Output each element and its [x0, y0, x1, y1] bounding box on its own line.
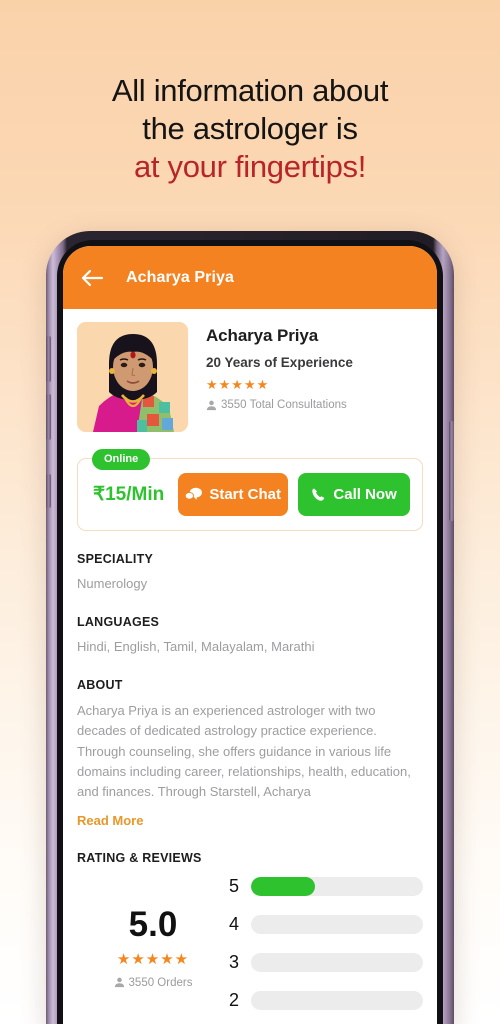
about-title: ABOUT: [77, 677, 123, 692]
speciality-title: SPECIALITY: [77, 552, 154, 566]
rating-bar-row: 3: [229, 952, 423, 973]
rating-bar-track: [251, 990, 423, 1010]
promo-line-3: at your fingertips!: [133, 148, 367, 184]
consultations-count: 3550 Total Consultations: [206, 399, 353, 411]
rating-bar-track: [251, 952, 423, 972]
start-chat-label: Start Chat: [209, 486, 282, 503]
languages-title: LANGUAGES: [77, 614, 160, 629]
rating-score: 5.0: [128, 904, 178, 944]
rating-bar-label: 3: [229, 951, 240, 972]
profile-header: Acharya Priya 20 Years of Experience ★★★…: [77, 309, 423, 438]
call-now-button[interactable]: Call Now: [298, 473, 410, 516]
promo-headline: All information about the astrologer is …: [0, 0, 500, 185]
rating-bar-label: 5: [229, 875, 240, 896]
astrologer-name: Acharya Priya: [206, 326, 319, 345]
person-icon: [114, 977, 124, 988]
phone-mockup: Acharya Priya Acharya Priya 20 Years of …: [46, 231, 454, 1024]
star-icons: ★★★★★: [206, 377, 270, 392]
price-label: ₹15/Min: [93, 484, 165, 505]
rating-bar-label: 2: [229, 989, 240, 1010]
assistant-button[interactable]: [46, 474, 51, 508]
orders-text: 3550 Orders: [128, 976, 193, 989]
action-card-wrapper: Online ₹15/Min Start Chat Call Now: [77, 449, 423, 531]
rating-reviews-title: RATING & REVIEWS: [77, 850, 202, 865]
rating-bar-row: 2: [229, 990, 423, 1011]
rating-bar-row: 4: [229, 914, 423, 935]
read-more-link[interactable]: Read More: [77, 813, 143, 828]
status-badge: Online: [92, 449, 151, 470]
rating-bar-track: [251, 914, 423, 934]
rating-bar-fill: [251, 876, 315, 896]
call-now-label: Call Now: [333, 486, 397, 503]
profile-info: Acharya Priya 20 Years of Experience ★★★…: [188, 322, 353, 432]
rating-bar-label: 4: [229, 913, 240, 934]
consultations-text: 3550 Total Consultations: [221, 399, 347, 411]
start-chat-button[interactable]: Start Chat: [178, 473, 289, 516]
promo-line-2: the astrologer is: [142, 110, 358, 146]
volume-down-button[interactable]: [46, 394, 51, 440]
app-bar: Acharya Priya: [63, 246, 437, 309]
speciality-value: Numerology: [77, 576, 148, 591]
phone-icon: [312, 488, 325, 501]
phone-screen: Acharya Priya Acharya Priya 20 Years of …: [63, 246, 437, 1024]
rating-bar-row: 5: [229, 876, 423, 897]
star-icons: ★★★★★: [116, 950, 190, 968]
avatar[interactable]: [77, 322, 188, 432]
volume-up-button[interactable]: [46, 336, 51, 382]
back-button[interactable]: [79, 265, 105, 291]
about-text: Acharya Priya is an experienced astrolog…: [77, 702, 411, 800]
rating-reviews-body: 5.0 ★★★★★ 3550 Orders 5 4 3 2: [77, 873, 423, 1024]
arrow-left-icon: [81, 269, 104, 286]
chat-bubble-icon: [185, 487, 203, 500]
rating-summary: 5.0 ★★★★★ 3550 Orders: [77, 873, 229, 1024]
power-button[interactable]: [449, 421, 454, 521]
orders-count: 3550 Orders: [77, 977, 229, 989]
astrologer-experience: 20 Years of Experience: [206, 355, 353, 370]
languages-value: Hindi, English, Tamil, Malayalam, Marath…: [77, 638, 315, 654]
astrologer-photo-icon: [77, 322, 188, 432]
app-bar-title: Acharya Priya: [126, 268, 235, 286]
promo-line-1: All information about: [111, 73, 389, 108]
rating-bar-track: [251, 876, 423, 896]
person-icon: [206, 400, 217, 410]
profile-content: Acharya Priya 20 Years of Experience ★★★…: [63, 309, 437, 1024]
rating-bars: 5 4 3 2: [229, 873, 423, 1024]
rating-summary-stars: ★★★★★: [77, 950, 229, 969]
rating-stars: ★★★★★: [206, 377, 353, 393]
